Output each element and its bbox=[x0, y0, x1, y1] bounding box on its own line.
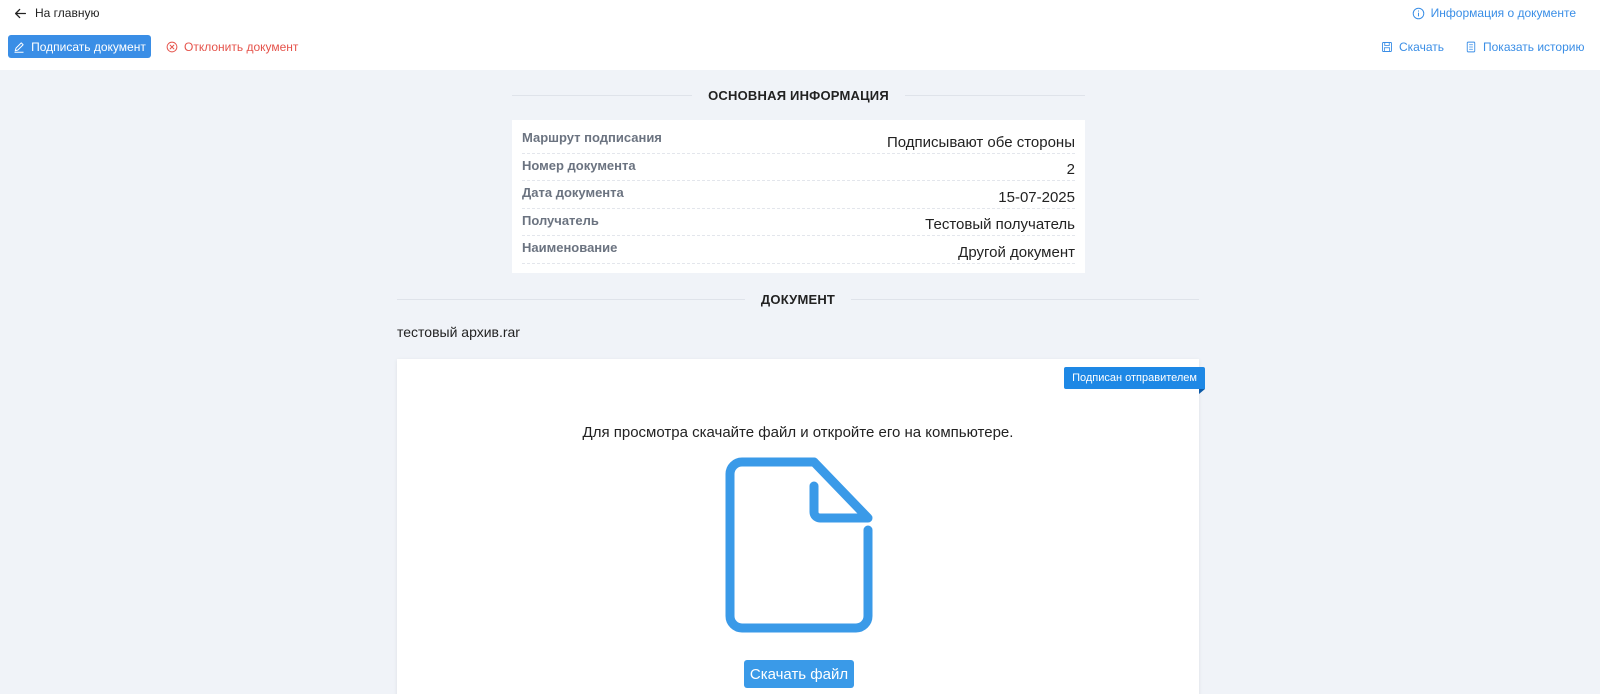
info-value: Тестовый получатель bbox=[925, 216, 1075, 233]
main-info-heading: ОСНОВНАЯ ИНФОРМАЦИЯ bbox=[512, 86, 1086, 104]
reject-document-button[interactable]: Отклонить документ bbox=[166, 37, 298, 56]
document-list-icon bbox=[1466, 41, 1476, 52]
main-info-table: Маршрут подписания Подписывают обе сторо… bbox=[512, 120, 1085, 273]
arrow-left-icon bbox=[14, 8, 27, 18]
reject-document-label: Отклонить документ bbox=[184, 39, 299, 54]
download-label: Скачать bbox=[1399, 39, 1444, 54]
info-label: Маршрут подписания bbox=[522, 130, 662, 145]
divider-line bbox=[397, 298, 745, 300]
save-icon bbox=[1382, 41, 1392, 52]
info-value: Подписывают обе стороны bbox=[887, 133, 1075, 151]
info-row-document-number: Номер документа 2 bbox=[522, 154, 1075, 181]
pencil-icon bbox=[14, 41, 24, 53]
sign-document-button[interactable]: Подписать документ bbox=[8, 35, 151, 58]
back-to-home-label: На главную bbox=[35, 6, 100, 20]
document-info-label: Информация о документе bbox=[1430, 6, 1576, 20]
file-name: тестовый архив.rar bbox=[397, 324, 520, 340]
document-preview-card: Подписан отправителем Для просмотра скач… bbox=[397, 359, 1205, 694]
divider-line bbox=[851, 298, 1199, 300]
download-button[interactable]: Скачать bbox=[1381, 37, 1444, 56]
signed-status-badge: Подписан отправителем bbox=[1064, 367, 1205, 394]
back-to-home-link[interactable]: На главную bbox=[14, 4, 99, 22]
info-circle-icon bbox=[1412, 7, 1424, 19]
info-label: Наименование bbox=[522, 240, 618, 255]
info-label: Номер документа bbox=[522, 157, 636, 173]
top-toolbar: На главную Информация о документе Подпис… bbox=[0, 0, 1600, 70]
document-info-link[interactable]: Информация о документе bbox=[1412, 4, 1576, 22]
divider-line bbox=[904, 94, 1086, 96]
info-value: Другой документ bbox=[958, 243, 1075, 261]
document-title: ДОКУМЕНТ bbox=[760, 291, 836, 307]
preview-hint: Для просмотра скачайте файл и откройте е… bbox=[582, 424, 1014, 441]
show-history-label: Показать историю bbox=[1483, 39, 1585, 54]
file-icon bbox=[725, 457, 873, 633]
info-label: Дата документа bbox=[522, 185, 624, 200]
info-row-recipient: Получатель Тестовый получатель bbox=[522, 209, 1075, 236]
download-file-button[interactable]: Скачать файл bbox=[744, 660, 854, 688]
main-info-title: ОСНОВНАЯ ИНФОРМАЦИЯ bbox=[708, 87, 889, 103]
info-value: 15-07-2025 bbox=[998, 188, 1075, 206]
info-row-document-date: Дата документа 15-07-2025 bbox=[522, 181, 1075, 209]
show-history-button[interactable]: Показать историю bbox=[1465, 37, 1584, 56]
info-row-name: Наименование Другой документ bbox=[522, 236, 1075, 264]
info-label: Получатель bbox=[522, 212, 599, 228]
info-value: 2 bbox=[1066, 161, 1075, 178]
document-heading: ДОКУМЕНТ bbox=[397, 290, 1199, 308]
close-circle-icon bbox=[166, 41, 178, 52]
info-row-signing-route: Маршрут подписания Подписывают обе сторо… bbox=[522, 126, 1075, 154]
divider-line bbox=[512, 94, 693, 96]
sign-document-label: Подписать документ bbox=[31, 39, 146, 54]
